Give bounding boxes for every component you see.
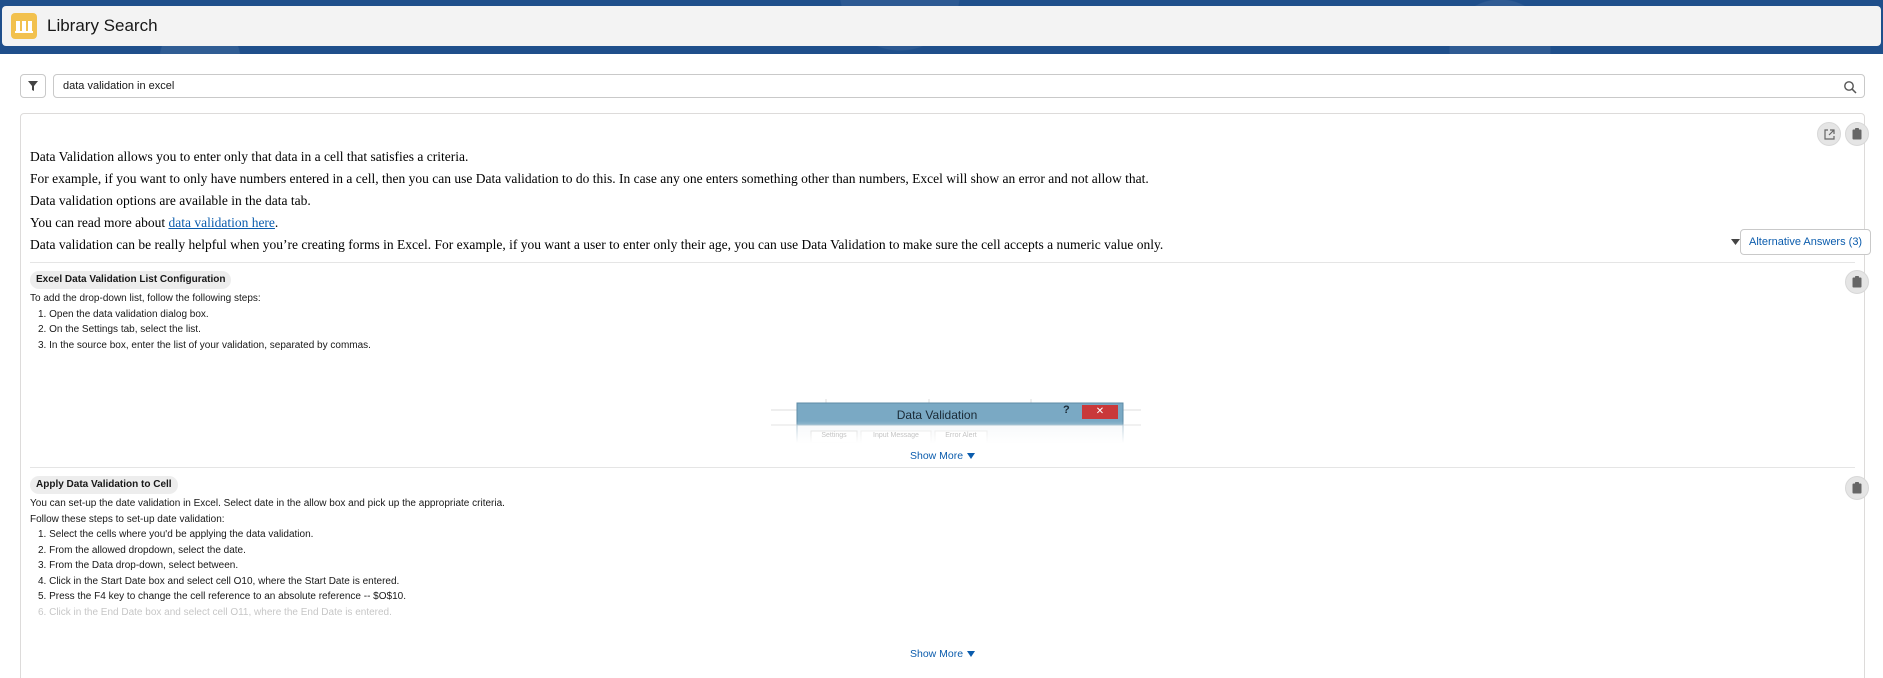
list-item: 3. From the Data drop-down, select betwe… — [38, 560, 239, 571]
alt-answers-group: Alternative Answers (3) — [1731, 229, 1872, 255]
section-title: Apply Data Validation to Cell — [30, 476, 178, 494]
dialog-tab-input-message: Input Message — [873, 432, 919, 439]
answer-line: Data Validation allows you to enter only… — [30, 149, 469, 164]
app-title: Library Search — [47, 16, 158, 35]
dialog-tab-error-alert: Error Alert — [945, 432, 977, 439]
show-more-label: Show More — [910, 648, 964, 660]
clipboard-icon — [1852, 482, 1862, 494]
divider — [30, 467, 1855, 468]
answer-line: For example, if you want to only have nu… — [30, 171, 1149, 186]
clipboard-icon — [1852, 128, 1862, 140]
section-intro: To add the drop-down list, follow the fo… — [30, 293, 261, 304]
close-icon: ✕ — [1095, 406, 1105, 417]
dialog-title: Data Validation — [896, 408, 978, 422]
section-title: Excel Data Validation List Configuration — [30, 271, 232, 289]
list-item: 2. On the Settings tab, select the list. — [38, 324, 201, 335]
clipboard-icon — [1852, 276, 1862, 288]
list-item: 3. In the source box, enter the list of … — [38, 339, 371, 351]
results-card: Data Validation allows you to enter only… — [20, 113, 1872, 678]
answer-line: Data validation can be really helpful wh… — [30, 237, 1164, 252]
excel-dialog-preview: Data Validation ? ✕ Settings Input Messa… — [771, 399, 1141, 443]
show-more-label: Show More — [910, 450, 964, 462]
chevron-down-icon — [967, 651, 976, 657]
chevron-down-icon — [967, 453, 976, 459]
show-more-button[interactable]: Show More — [910, 450, 976, 462]
main-content: Data Validation allows you to enter only… — [0, 54, 1883, 678]
list-item: 6. Click in the End Date box and select … — [38, 606, 392, 618]
copy-section-button[interactable] — [1845, 270, 1869, 294]
list-item: 1. Open the data validation dialog box. — [38, 308, 209, 320]
answer-line: Data validation options are available in… — [30, 193, 311, 208]
library-icon — [11, 13, 37, 39]
show-more-button[interactable]: Show More — [910, 648, 976, 660]
section-body: To add the drop-down list, follow the fo… — [30, 291, 371, 353]
read-more-suffix: . — [274, 215, 279, 230]
open-external-button[interactable] — [1817, 122, 1841, 146]
list-item: 5. Press the F4 key to change the cell r… — [38, 591, 406, 602]
section-intro: You can set-up the date validation in Ex… — [30, 498, 505, 509]
app-header: Library Search — [2, 6, 1881, 46]
section-intro: Follow these steps to set-up date valida… — [30, 513, 225, 525]
section-body: You can set-up the date validation in Ex… — [30, 496, 505, 620]
external-link-icon — [1823, 128, 1835, 140]
answer-line: You can read more about data validation … — [30, 212, 1430, 234]
alternative-answers-button[interactable]: Alternative Answers (3) — [1740, 229, 1872, 255]
filter-icon — [28, 81, 38, 91]
list-item: 2. From the allowed dropdown, select the… — [38, 544, 246, 556]
search-box — [53, 74, 1865, 98]
read-more-prefix: You can read more about — [30, 215, 169, 230]
list-item: 4. Click in the Start Date box and selec… — [38, 575, 400, 587]
answer-text: Data Validation allows you to enter only… — [30, 146, 1430, 256]
copy-button[interactable] — [1845, 122, 1869, 146]
help-icon: ? — [1063, 404, 1070, 416]
copy-section-button[interactable] — [1845, 476, 1869, 500]
caret-down-icon — [1731, 239, 1740, 245]
list-item: 1. Select the cells where you'd be apply… — [38, 529, 314, 540]
search-icon[interactable] — [1843, 80, 1857, 94]
filter-button[interactable] — [20, 74, 46, 98]
dialog-tab-settings: Settings — [821, 432, 847, 439]
search-row — [20, 74, 1865, 98]
divider — [30, 262, 1855, 263]
read-more-link[interactable]: data validation here — [168, 215, 274, 230]
search-input[interactable] — [54, 75, 1834, 97]
